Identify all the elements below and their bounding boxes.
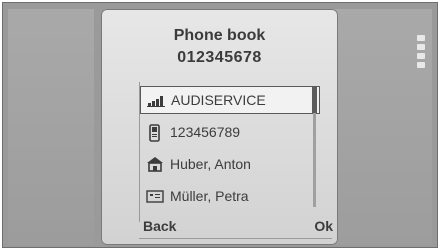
phone-book-screen: Phone book 012345678 AUDISERVICE 1234567… bbox=[101, 9, 338, 245]
ok-button[interactable]: Ok bbox=[314, 218, 333, 234]
scrollbar-thumb[interactable] bbox=[312, 87, 317, 113]
contact-name: AUDISERVICE bbox=[171, 92, 266, 108]
right-bezel bbox=[332, 9, 432, 245]
list-item-number[interactable]: 123456789 bbox=[140, 116, 320, 148]
divider bbox=[139, 238, 332, 239]
left-bezel bbox=[8, 9, 94, 245]
list-item-huber[interactable]: Huber, Anton bbox=[140, 148, 320, 180]
list-item-mueller[interactable]: Müller, Petra bbox=[140, 180, 320, 212]
list-item-audiservice[interactable]: AUDISERVICE bbox=[140, 86, 320, 114]
contact-name: Huber, Anton bbox=[170, 156, 251, 172]
display-frame: Phone book 012345678 AUDISERVICE 1234567… bbox=[2, 2, 438, 248]
mobile-phone-icon bbox=[146, 124, 166, 142]
home-icon bbox=[146, 156, 166, 172]
contact-name: 123456789 bbox=[170, 124, 241, 140]
signal-icon bbox=[147, 92, 167, 108]
page-title: Phone book bbox=[173, 27, 266, 44]
side-indicator-icon bbox=[416, 35, 426, 69]
phone-number: 012345678 bbox=[177, 49, 262, 66]
contact-name: Müller, Petra bbox=[170, 188, 249, 204]
back-button[interactable]: Back bbox=[143, 218, 176, 234]
office-icon bbox=[146, 188, 166, 204]
contact-list: AUDISERVICE 123456789 Huber, Anton Mülle… bbox=[139, 82, 320, 222]
